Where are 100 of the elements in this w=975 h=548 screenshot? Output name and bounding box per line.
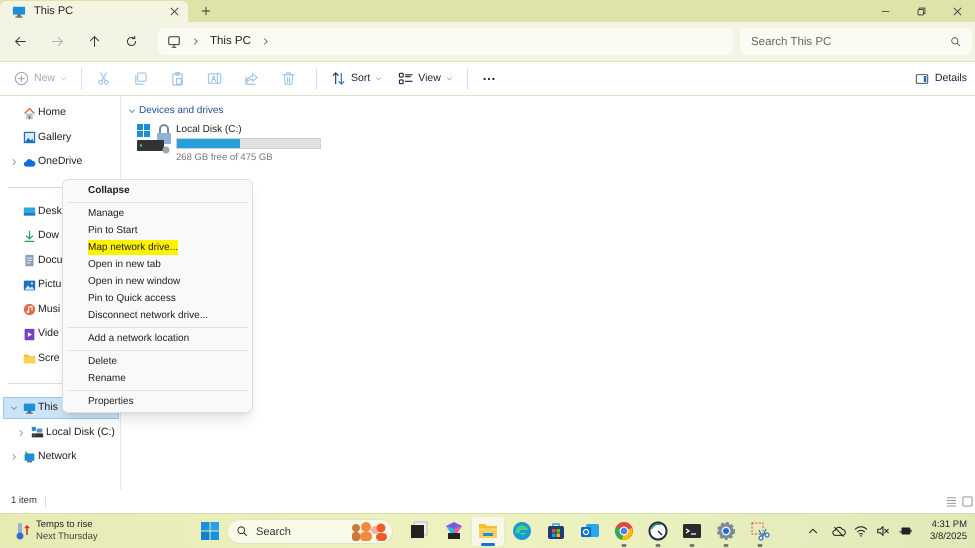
menu-item[interactable]: Open in new tab [88,257,161,272]
details-view-icon[interactable] [946,496,957,507]
menu-item[interactable]: Manage [88,206,124,221]
browser-ball-icon [614,521,634,541]
picture-frame-icon [23,131,36,144]
details-button[interactable]: Details [914,70,967,86]
close-icon [952,6,962,16]
running-indicator [622,544,626,546]
menu-item[interactable]: Map network drive... [88,240,178,255]
plus-icon [200,5,212,17]
swirl-logo-icon [512,521,532,541]
document-icon [23,254,36,268]
free-space-text: 268 GB free of 475 GB [176,151,274,165]
sidebar-item[interactable]: Home [3,102,70,124]
sidebar-label: Scre [38,350,60,366]
plus-circle-icon [14,71,29,86]
sidebar-item[interactable]: Docu [3,250,67,272]
start-button[interactable] [199,520,221,542]
sidebar-item[interactable]: Pictu [3,274,66,296]
drive-icon [137,124,172,154]
window-tab[interactable]: This PC [0,1,188,22]
sidebar-label: Desk [38,204,62,219]
clipboard-icon [170,71,186,86]
sidebar-label: Dow [38,228,60,244]
sort-arrows-icon [331,71,346,86]
store-bag-icon [546,521,566,541]
sidebar-label: Gallery [38,130,72,145]
chevron-down-icon [60,75,68,82]
sidebar-item[interactable]: Scre [3,348,64,370]
wifi-icon[interactable] [854,524,868,538]
chevron-down-icon [446,75,453,82]
menu-item[interactable]: Delete [88,354,117,369]
weather-subtitle[interactable]: Next Thursday [36,531,98,543]
chevron-right-icon [191,37,200,46]
sort-button[interactable]: Sort [329,64,384,92]
folder-icon [23,352,36,366]
group-header[interactable]: Devices and drives [128,103,975,118]
figures-icon [349,520,387,540]
menu-item[interactable]: Collapse [88,183,130,198]
monitor-icon [12,4,26,18]
running-indicator [481,542,495,546]
settings-icon [716,521,736,541]
picture-icon [23,278,36,292]
close-icon[interactable] [169,6,180,17]
network-icon [23,450,36,464]
sidebar-label: Vide [38,326,59,342]
weather-title[interactable]: Temps to rise [36,519,98,531]
sidebar-label: Musi [38,302,60,317]
refresh-icon [125,35,138,48]
sidebar-label: Docu [38,252,63,268]
music-icon [23,303,36,316]
scissors-icon [750,521,770,541]
search-icon [950,36,961,47]
sidebar-label: Local Disk (C:) [46,424,115,440]
view-button[interactable]: View [396,64,455,92]
clock-time[interactable]: 4:31 PM [932,519,967,531]
sidebar-item[interactable]: Musi [3,298,64,321]
download-icon [23,230,36,243]
task-view-icon [410,521,430,541]
address-bar[interactable]: This PC [158,28,733,55]
app-tile-icon [444,521,464,541]
video-icon [23,328,36,341]
list-view-icon [398,71,414,86]
terminal-icon [682,521,702,541]
menu-item[interactable]: Disconnect network drive... [88,308,208,323]
sidebar-item[interactable]: Desk [3,200,66,223]
cloud-icon[interactable] [832,524,846,538]
breadcrumb-item[interactable]: This PC [210,32,251,50]
menu-item[interactable]: Rename [88,371,126,386]
sidebar-item[interactable]: Vide [3,323,63,346]
sidebar-item[interactable]: Network [3,446,81,468]
sidebar-item[interactable]: OneDrive [3,151,86,174]
up-arrow-icon [88,35,101,48]
panel-icon [914,72,929,86]
search-field[interactable]: Search This PC [740,28,972,55]
folder-icon [478,521,498,541]
tab-title: This PC [34,4,74,20]
menu-item[interactable]: Pin to Quick access [88,291,176,306]
sidebar-item[interactable]: Dow [3,225,64,248]
clock-date[interactable]: 3/8/2025 [930,531,967,543]
monitor-icon [167,34,181,48]
running-indicator [758,544,762,546]
running-indicator [690,544,694,546]
menu-item[interactable]: Pin to Start [88,223,138,238]
chevron-down-icon [375,75,382,82]
sidebar-label: OneDrive [38,154,82,170]
desktop-icon [23,205,36,218]
running-indicator [656,544,660,546]
chevron-down-icon[interactable] [10,404,18,412]
rename-icon [207,71,222,86]
forward-arrow-icon [51,35,64,48]
drive-name[interactable]: Local Disk (C:) [176,122,321,137]
speaker-muted-icon[interactable] [876,524,890,538]
sidebar-item[interactable]: Gallery [3,126,76,149]
sidebar-item[interactable]: Local Disk (C:) [3,422,119,444]
item-count: 1 item [11,494,37,508]
menu-item[interactable]: Open in new window [88,274,180,289]
trash-icon [281,71,296,86]
tiles-view-icon[interactable] [962,496,973,507]
menu-item[interactable]: Add a network location [88,331,190,346]
